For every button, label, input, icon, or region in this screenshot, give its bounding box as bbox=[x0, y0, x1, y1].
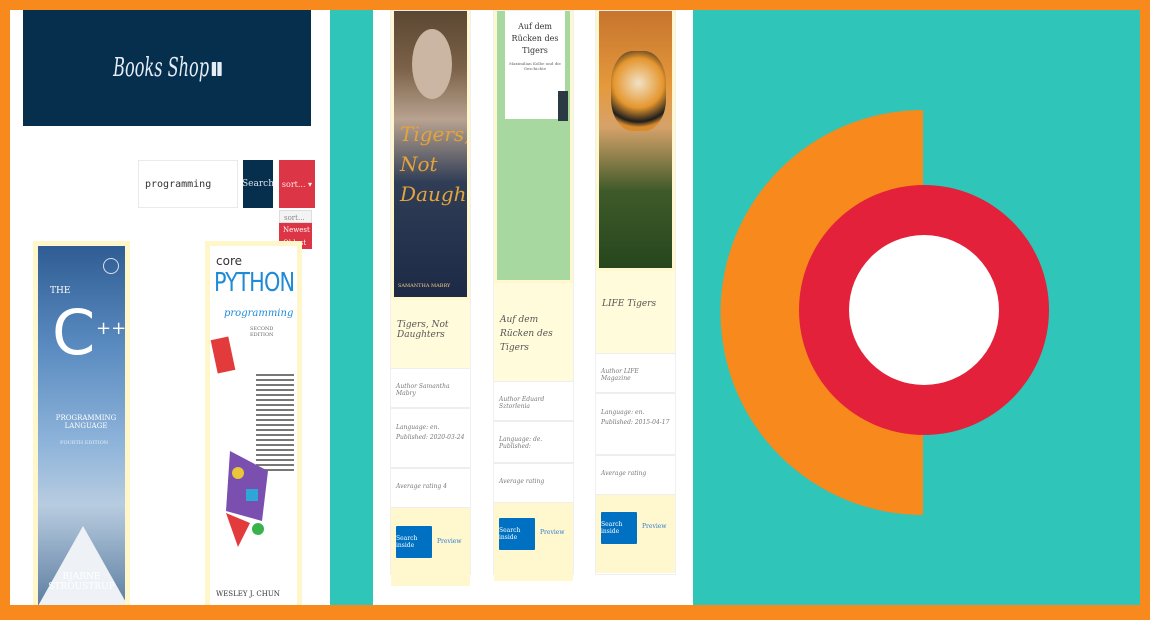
search-inside-button[interactable]: Search inside bbox=[499, 518, 535, 550]
book-language: Language: en. Published: 2020-03-24 bbox=[391, 408, 470, 468]
cover-subtitle: PROGRAMMING LANGUAGE bbox=[55, 414, 117, 430]
cover-label-box: Auf dem Rücken des Tigers Maximilian Kol… bbox=[505, 11, 565, 119]
shop-screenshot-right: Tigers, Not Daughters SAMANTHA MABRY Tig… bbox=[373, 10, 693, 605]
tiger-icon bbox=[611, 51, 666, 131]
book-title: Tigers, Not Daughters bbox=[397, 320, 449, 340]
cover-author: SAMANTHA MABRY bbox=[398, 283, 451, 289]
preview-link[interactable]: Preview bbox=[540, 529, 564, 536]
cover-subtitle: programming bbox=[224, 308, 294, 319]
book-cover[interactable]: Tigers, Not Daughters SAMANTHA MABRY bbox=[391, 11, 470, 300]
cpp-cover[interactable]: THE C ++ PROGRAMMING LANGUAGE FOURTH EDI… bbox=[38, 246, 125, 605]
cover-author: WESLEY J. CHUN bbox=[216, 590, 280, 598]
search-inside-button[interactable]: Search inside bbox=[601, 512, 637, 544]
shop-title: Books Shop bbox=[112, 53, 222, 83]
shop-title-text: Books Shop bbox=[112, 53, 209, 83]
book-card-tigers-not-daughters: Tigers, Not Daughters SAMANTHA MABRY Tig… bbox=[390, 10, 471, 586]
book-title-area: Auf dem Rücken des Tigers bbox=[494, 283, 573, 381]
book-icon bbox=[211, 61, 222, 77]
cover-the: THE bbox=[50, 286, 71, 296]
book-language: Language: de. Published: bbox=[494, 421, 573, 463]
edition-badge-icon bbox=[103, 258, 119, 274]
book-language: Language: en. Published: 2015-04-17 bbox=[596, 393, 675, 455]
book-cover[interactable] bbox=[596, 11, 675, 271]
shop-screenshot-left: Books Shop Search sort... ▾ sort... Newe… bbox=[10, 10, 330, 605]
book-title: LIFE Tigers bbox=[602, 299, 657, 309]
cover-plusplus: ++ bbox=[96, 318, 125, 339]
book-actions: Search inside Preview bbox=[391, 508, 470, 586]
book-author: Author LIFE Magazine bbox=[596, 353, 675, 393]
portrait-icon bbox=[412, 29, 452, 99]
book-title: Auf dem Rücken des Tigers bbox=[500, 315, 553, 353]
sort-option-default[interactable]: sort... bbox=[279, 210, 312, 223]
cover-title: Tigers, Not Daughters bbox=[400, 122, 467, 206]
book-card-auf-dem-ruecken: Auf dem Rücken des Tigers Maximilian Kol… bbox=[493, 10, 574, 581]
cover-edition: FOURTH EDITION bbox=[60, 440, 109, 446]
book-author: Author Eduard Sztorlenia bbox=[494, 381, 573, 421]
book-rating: Average rating 4 bbox=[391, 468, 470, 508]
cover-c: C bbox=[52, 296, 96, 369]
starburst-icon bbox=[210, 336, 236, 374]
search-button[interactable]: Search bbox=[242, 160, 274, 208]
preview-link[interactable]: Preview bbox=[642, 523, 666, 530]
book-rating: Average rating bbox=[596, 455, 675, 495]
cover-title: PYTHON bbox=[214, 268, 295, 298]
python-cover[interactable]: core PYTHON programming SECOND EDITION W… bbox=[210, 246, 297, 605]
cover-core: core bbox=[216, 254, 242, 268]
search-input[interactable] bbox=[138, 160, 238, 208]
book-actions: Search inside Preview bbox=[494, 503, 573, 581]
book-card-python[interactable]: core PYTHON programming SECOND EDITION W… bbox=[205, 241, 302, 605]
cover-title: Auf dem Rücken des Tigers bbox=[511, 22, 559, 55]
geometric-art-icon bbox=[226, 451, 268, 547]
cover-edition: SECOND EDITION bbox=[250, 326, 274, 338]
book-rating: Average rating bbox=[494, 463, 573, 503]
brand-logo-icon bbox=[720, 110, 1049, 515]
book-cover[interactable]: Auf dem Rücken des Tigers Maximilian Kol… bbox=[494, 11, 573, 283]
sort-option-newest[interactable]: Newest bbox=[279, 223, 312, 236]
shop-header: Books Shop bbox=[23, 10, 311, 126]
book-author: Author Samantha Mabry bbox=[391, 368, 470, 408]
book-actions: Search inside Preview bbox=[596, 495, 675, 573]
preview-link[interactable]: Preview bbox=[437, 538, 461, 545]
cover-corner-icon bbox=[558, 91, 568, 121]
mountain-icon bbox=[38, 526, 125, 605]
book-title-area: LIFE Tigers bbox=[596, 271, 675, 353]
book-card-life-tigers: LIFE Tigers Author LIFE Magazine Languag… bbox=[595, 10, 676, 575]
search-inside-button[interactable]: Search inside bbox=[396, 526, 432, 558]
cover-subtitle: Maximilian Kolbe und die Geschichte bbox=[509, 61, 561, 71]
book-title-area: Tigers, Not Daughters bbox=[391, 300, 470, 368]
book-card-cpp[interactable]: THE C ++ PROGRAMMING LANGUAGE FOURTH EDI… bbox=[33, 241, 130, 605]
sort-dropdown[interactable]: sort... ▾ bbox=[279, 160, 315, 208]
cover-author: BJARNE STROUSTRUP bbox=[48, 572, 115, 592]
